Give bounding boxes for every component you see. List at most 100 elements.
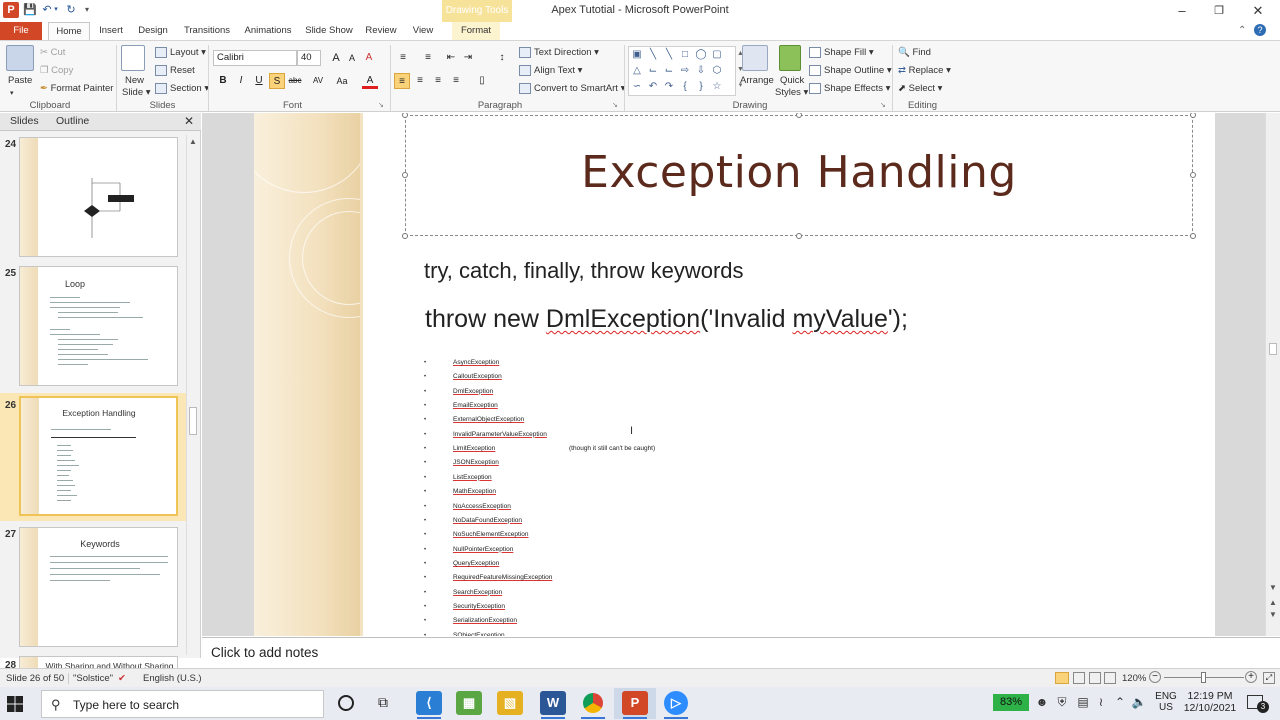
bold-button[interactable]: B [215, 73, 231, 89]
people-icon[interactable]: ☻ [1034, 695, 1050, 709]
slide-thumbnail-27[interactable]: Keywords [19, 527, 178, 647]
normal-view-icon[interactable] [1055, 672, 1069, 684]
quick-styles-icon[interactable] [779, 45, 801, 71]
character-spacing-button[interactable]: AV [310, 73, 326, 89]
wifi-icon[interactable]: ≀ [1093, 695, 1109, 709]
slide-vertical-scrollbar[interactable]: ▼ ▲ ▼ [1265, 113, 1280, 636]
increase-indent-icon[interactable]: ⇥ [460, 50, 476, 66]
theme-name[interactable]: "Solstice" [68, 673, 113, 684]
notes-placeholder[interactable]: Click to add notes [211, 645, 318, 660]
tab-slides-panel[interactable]: Slides [10, 115, 39, 127]
task-view-icon[interactable]: ⧉ [378, 694, 388, 711]
down-arrow-shape-icon[interactable]: ⇩ [695, 65, 707, 77]
hexagon-shape-icon[interactable]: ⬡ [711, 65, 723, 77]
battery-indicator[interactable]: 83% [993, 694, 1029, 711]
zoom-app-icon[interactable]: ▷ [664, 691, 688, 715]
strikethrough-button[interactable]: abc [287, 73, 303, 89]
paste-icon[interactable] [6, 45, 34, 71]
word-taskbar-icon[interactable]: W [540, 691, 566, 715]
scrollbar-thumb[interactable] [1269, 343, 1277, 355]
align-center-icon[interactable]: ≡ [412, 73, 428, 89]
tab-review[interactable]: Review [363, 22, 399, 40]
bullets-icon[interactable]: ≡ [395, 50, 411, 66]
copy-button[interactable]: ❐ Copy [40, 64, 73, 77]
paragraph-dialog-launcher-icon[interactable]: ↘ [612, 101, 618, 109]
fit-slide-icon[interactable]: ⤢ [1263, 672, 1275, 684]
resize-handle[interactable] [1190, 233, 1196, 239]
powerpoint-taskbar-icon[interactable]: P [622, 691, 648, 715]
tab-design[interactable]: Design [134, 22, 172, 40]
oval-shape-icon[interactable]: ◯ [695, 49, 707, 61]
scroll-up-icon[interactable]: ▲ [188, 137, 198, 147]
drawing-dialog-launcher-icon[interactable]: ↘ [880, 101, 886, 109]
shapes-gallery[interactable]: ▣ ╲ ╲ □ ◯ ▢ △ ⌙ ⌙ ⇨ ⇩ ⬡ ∽ ↶ ↷ { } ☆ [628, 46, 736, 96]
zoom-level[interactable]: 120% [1122, 673, 1146, 684]
shape-effects-button[interactable]: Shape Effects ▾ [809, 82, 890, 95]
justify-icon[interactable]: ≡ [448, 73, 464, 89]
arrange-icon[interactable] [742, 45, 768, 71]
resize-handle[interactable] [1190, 113, 1196, 118]
language-indicator[interactable]: English (U.S.) [143, 673, 202, 684]
brace-shape-icon[interactable]: { [679, 81, 691, 93]
shrink-font-button[interactable]: A [344, 50, 360, 66]
scrollbar-thumb[interactable] [189, 407, 197, 435]
curve-shape-icon[interactable]: ↶ [647, 81, 659, 93]
tab-slide-show[interactable]: Slide Show [303, 22, 355, 40]
resize-handle[interactable] [796, 233, 802, 239]
rounded-rect-shape-icon[interactable]: ▢ [711, 49, 723, 61]
redo-icon[interactable]: ↻ [64, 3, 78, 17]
brace-shape-icon[interactable]: } [695, 81, 707, 93]
tab-insert[interactable]: Insert [94, 22, 128, 40]
new-slide-icon[interactable] [121, 45, 145, 71]
section-button[interactable]: Section ▾ [155, 82, 209, 95]
minimize-ribbon-icon[interactable]: ⌃ [1238, 25, 1246, 36]
taskbar-search-box[interactable]: ⚲ Type here to search [41, 690, 324, 718]
triangle-shape-icon[interactable]: △ [631, 65, 643, 77]
close-panel-icon[interactable]: ✕ [184, 114, 194, 128]
keywords-line[interactable]: try, catch, finally, throw keywords [424, 258, 744, 284]
slide-thumbnail-26[interactable]: Exception Handling [19, 396, 178, 516]
text-shadow-button[interactable]: S [269, 73, 285, 89]
spreadsheet-taskbar-icon[interactable]: ▦ [456, 691, 482, 715]
maximize-button[interactable]: ❐ [1204, 2, 1234, 20]
shield-icon[interactable]: ⛨ [1054, 695, 1070, 710]
customize-qat-icon[interactable]: ▾ [80, 3, 94, 17]
slide-thumbnail-25[interactable]: Loop [19, 266, 178, 386]
align-text-button[interactable]: Align Text ▾ [519, 64, 582, 77]
decrease-indent-icon[interactable]: ⇤ [443, 50, 459, 66]
tab-animations[interactable]: Animations [242, 22, 294, 40]
right-arrow-shape-icon[interactable]: ⇨ [679, 65, 691, 77]
proofing-icon[interactable]: ✔ [118, 673, 126, 684]
undo-dropdown-icon[interactable]: ▾ [52, 3, 60, 17]
zoom-out-icon[interactable]: − [1149, 671, 1161, 683]
chrome-icon[interactable] [583, 693, 603, 713]
align-right-icon[interactable]: ≡ [430, 73, 446, 89]
shape-fill-button[interactable]: Shape Fill ▾ [809, 46, 874, 59]
help-icon[interactable]: ? [1254, 24, 1266, 36]
cortana-icon[interactable] [338, 695, 354, 711]
powerpoint-logo-icon[interactable]: P [3, 2, 19, 18]
line-spacing-icon[interactable]: ↕ [494, 50, 510, 66]
slide-sorter-view-icon[interactable] [1073, 672, 1085, 684]
thumbnails-scrollbar[interactable]: ▲ [186, 135, 199, 655]
curve-shape-icon[interactable]: ∽ [631, 81, 643, 93]
tab-format[interactable]: Format [452, 22, 500, 40]
paste-button[interactable]: Paste [8, 74, 32, 87]
network-icon[interactable]: ▤ [1075, 695, 1091, 709]
font-size-combo[interactable]: 40 [297, 50, 321, 66]
input-language[interactable]: ENG US [1155, 691, 1177, 713]
cut-button[interactable]: ✂ Cut [40, 46, 65, 59]
tab-file[interactable]: File [0, 22, 42, 40]
tab-home[interactable]: Home [48, 22, 90, 40]
clear-formatting-button[interactable]: A [361, 50, 377, 66]
text-direction-button[interactable]: Text Direction ▾ [519, 46, 599, 59]
tab-outline-panel[interactable]: Outline [56, 115, 89, 127]
numbering-icon[interactable]: ≡ [420, 50, 436, 66]
rectangle-shape-icon[interactable]: □ [679, 49, 691, 61]
vscode-taskbar-icon[interactable]: ⟨ [416, 691, 442, 715]
previous-slide-icon[interactable]: ▲ [1268, 598, 1278, 608]
elbow-shape-icon[interactable]: ⌙ [663, 65, 675, 77]
throw-statement-line[interactable]: throw new DmlException('Invalid myValue'… [425, 305, 908, 334]
tab-transitions[interactable]: Transitions [181, 22, 233, 40]
tab-view[interactable]: View [408, 22, 438, 40]
